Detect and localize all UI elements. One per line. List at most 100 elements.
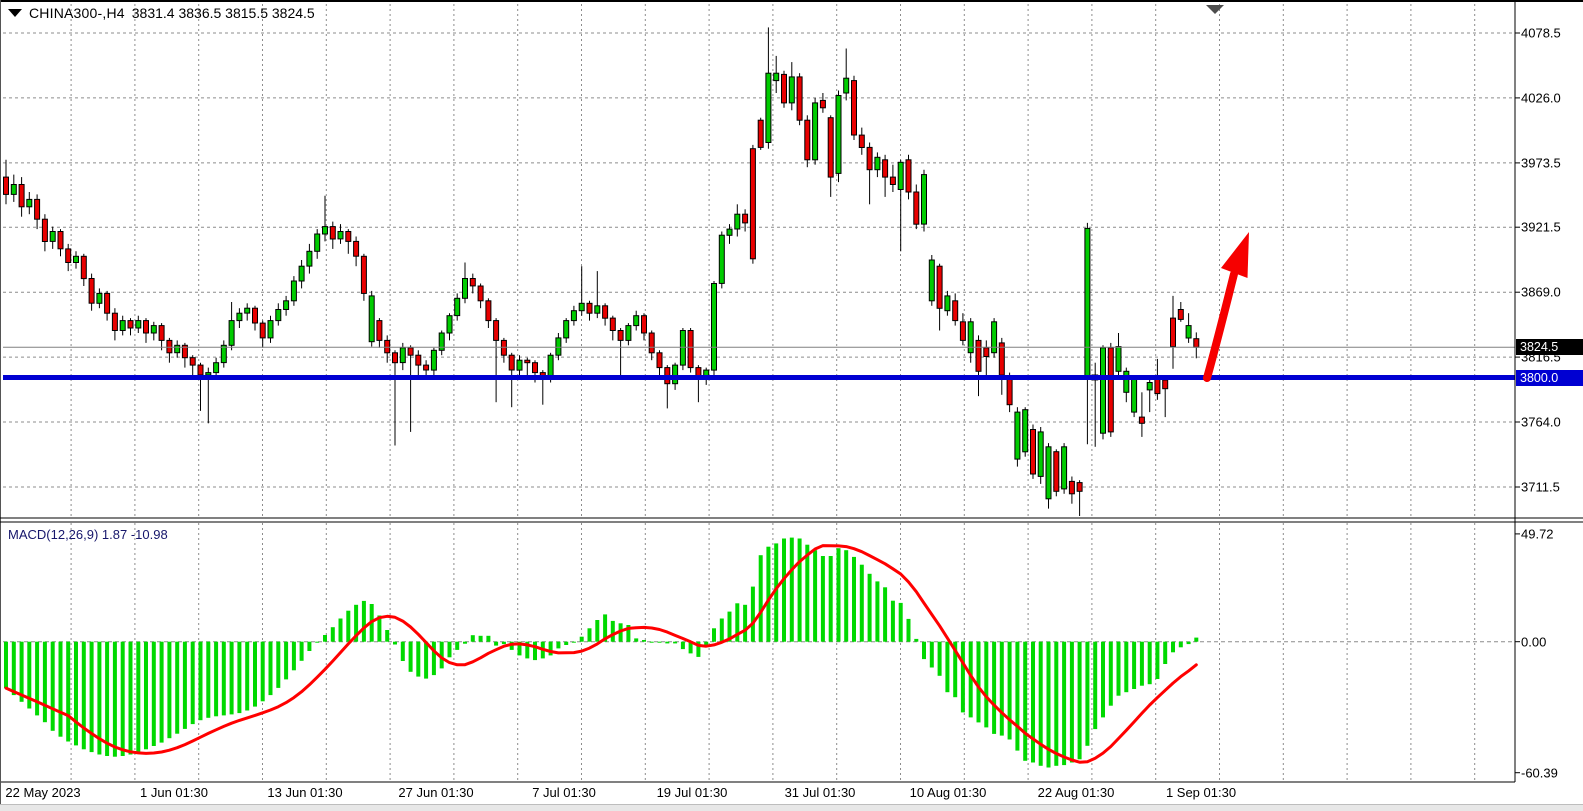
candle-body [1147,383,1152,390]
macd-histogram-bar [564,642,568,645]
macd-axis-label: -60.39 [1521,765,1558,780]
macd-histogram-bar [922,642,926,659]
macd-histogram-bar [1085,642,1089,746]
macd-histogram-bar [1101,642,1105,718]
macd-histogram-bar [74,642,78,746]
macd-histogram-bar [1078,642,1082,760]
candle-body [1163,380,1168,389]
macd-histogram-bar [385,630,389,642]
ohlc-values-label: 3831.4 3836.5 3815.5 3824.5 [132,5,315,21]
macd-histogram-bar [673,642,677,644]
time-axis-label: 22 May 2023 [5,785,80,800]
macd-histogram-bar [214,642,218,717]
macd-histogram-bar [160,642,164,743]
symbol-dropdown-icon [8,9,22,17]
macd-histogram-bar [611,621,615,642]
candle-body [743,214,748,223]
macd-histogram-bar [650,642,654,643]
macd-histogram-bar [759,555,763,642]
macd-histogram-bar [588,628,592,641]
candle-body [323,227,328,234]
candle-body [159,326,164,341]
macd-histogram-bar [883,587,887,641]
candle-body [361,256,366,293]
candle-body [525,360,530,363]
candle-body [81,256,86,278]
macd-histogram-bar [191,642,195,724]
macd-histogram-bar [1132,642,1136,689]
candle-body [999,343,1004,375]
candle-body [237,313,242,320]
macd-histogram-bar [829,556,833,642]
candle-body [680,331,685,366]
candle-body [1007,378,1012,405]
candle-body [369,296,374,342]
macd-histogram-bar [183,642,187,729]
candle-body [906,160,911,192]
macd-histogram-bar [634,638,638,641]
macd-axis-label: 0.00 [1521,634,1546,649]
macd-histogram-bar [455,642,459,650]
support-line-price-tag[interactable]: 3800.0 [1516,370,1583,386]
macd-histogram-bar [992,642,996,734]
macd-histogram-bar [1054,642,1058,766]
macd-histogram-bar [743,605,747,642]
trend-arrow-shaft[interactable] [1207,274,1234,378]
candle-body [455,298,460,315]
candle-body [719,235,724,283]
time-axis-label: 27 Jun 01:30 [398,785,473,800]
candle-body [953,301,958,321]
candle-body [1108,348,1113,432]
macd-histogram-bar [346,611,350,642]
candle-body [735,214,740,229]
macd-histogram-bar [35,642,39,716]
candle-body [945,296,950,311]
candle-body [354,241,359,256]
candle-body [610,318,615,330]
candle-body [649,333,654,353]
macd-histogram-bar [276,642,280,688]
candle-body [245,308,250,313]
macd-histogram-bar [323,635,327,642]
macd-histogram-bar [1171,642,1175,653]
macd-histogram-bar [945,642,949,693]
macd-histogram-bar [362,601,366,642]
candle-body [253,308,258,323]
candle-body [968,322,973,353]
candle-body [1132,379,1137,412]
time-axis-label: 7 Jul 01:30 [532,785,596,800]
macd-histogram-bar [580,637,584,642]
macd-histogram-bar [712,628,716,641]
candle-body [579,303,584,310]
candle-body [1062,447,1067,489]
chart-canvas[interactable] [0,0,1583,811]
candle-body [758,120,763,147]
macd-histogram-bar [393,642,397,645]
macd-histogram-bar [1148,642,1152,685]
candle-body [385,340,390,352]
macd-histogram-bar [432,642,436,675]
candle-body [844,78,849,93]
macd-histogram-bar [658,642,662,643]
candle-body [120,321,125,331]
macd-histogram-bar [230,642,234,715]
candle-body [1116,347,1121,372]
macd-histogram-bar [206,642,210,718]
candle-body [774,73,779,80]
candle-body [19,185,24,207]
macd-histogram-bar [1124,642,1128,693]
candle-body [1038,432,1043,477]
candle-body [1069,481,1074,493]
macd-histogram-bar [938,642,942,676]
macd-histogram-bar [167,642,171,739]
mt4-chart-window: CHINA300-,H4 3831.4 3836.5 3815.5 3824.5… [0,0,1583,811]
candle-body [1178,310,1183,320]
candle-body [112,313,117,330]
macd-histogram-bar [782,539,786,642]
trend-arrow-head[interactable] [1221,232,1249,278]
macd-histogram-bar [798,539,802,642]
candle-body [789,77,794,103]
candle-body [673,365,678,384]
macd-histogram-bar [1062,642,1066,765]
price-axis-label: 4078.5 [1521,26,1561,41]
